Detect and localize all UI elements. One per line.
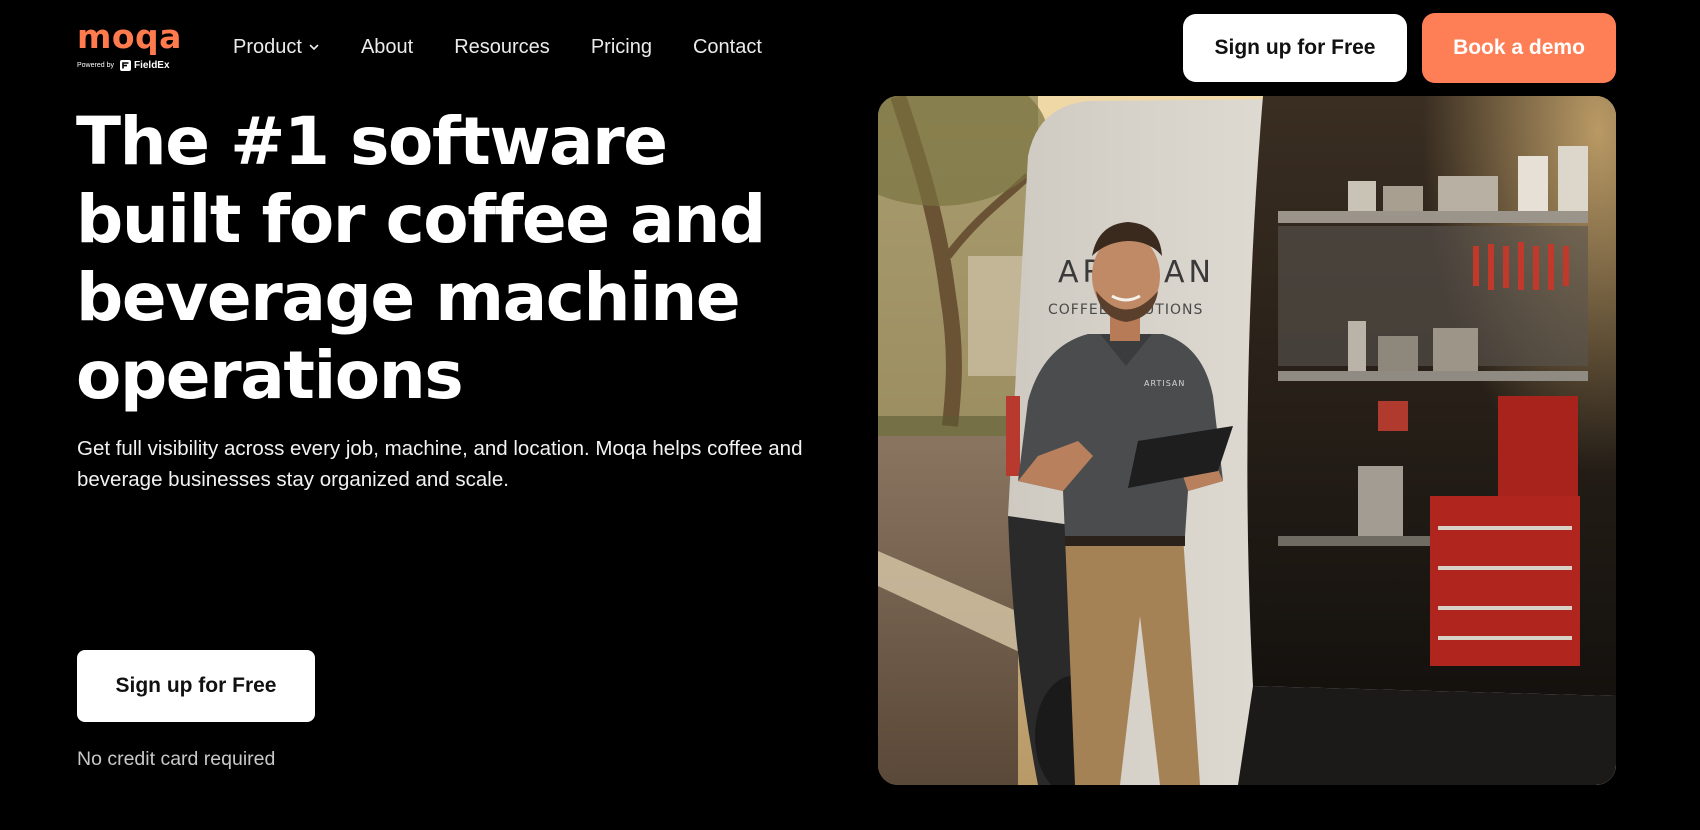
shirt-logo-text: ARTISAN (1144, 379, 1185, 388)
nav-item-resources[interactable]: Resources (454, 32, 550, 62)
main-nav: Product About Resources Pricing Contact (233, 32, 803, 62)
logo-wordmark: moqa (77, 17, 182, 56)
nav-item-label: Product (233, 36, 302, 58)
no-credit-card-note: No credit card required (77, 748, 276, 770)
fieldex-label: FieldEx (133, 60, 170, 71)
book-demo-button[interactable]: Book a demo (1422, 13, 1616, 83)
chevron-down-icon (309, 44, 319, 50)
moqa-logo[interactable]: moqa Powered by FieldEx (77, 18, 187, 74)
powered-by-fieldex: Powered by FieldEx (77, 60, 170, 71)
header-signup-button[interactable]: Sign up for Free (1183, 14, 1407, 82)
nav-item-pricing[interactable]: Pricing (591, 32, 652, 62)
hero-signup-button[interactable]: Sign up for Free (77, 650, 315, 722)
nav-item-about[interactable]: About (361, 32, 413, 62)
nav-item-contact[interactable]: Contact (693, 32, 762, 62)
hero-subtitle: Get full visibility across every job, ma… (77, 437, 803, 491)
nav-item-product[interactable]: Product (233, 32, 320, 62)
hero-illustration: ARTISAN COFFEE SOLUTIONS (878, 96, 1616, 785)
hero-image-technician-van: ARTISAN COFFEE SOLUTIONS (878, 96, 1616, 785)
fieldex-logo-icon (119, 60, 131, 71)
powered-by-label: Powered by (77, 62, 114, 69)
hero-title: The #1 software built for coffee and bev… (76, 103, 766, 414)
